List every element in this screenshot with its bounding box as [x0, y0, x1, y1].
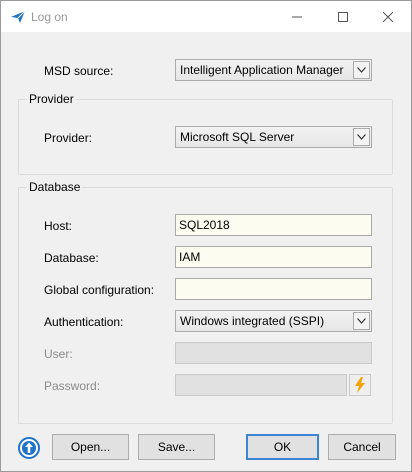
lightning-icon	[355, 377, 365, 393]
authentication-label: Authentication:	[44, 315, 124, 329]
paper-plane-icon	[11, 10, 26, 23]
global-configuration-field[interactable]	[175, 278, 372, 300]
provider-group-title: Provider	[27, 92, 76, 106]
close-icon	[383, 11, 393, 22]
save-button[interactable]: Save...	[138, 434, 215, 460]
minimize-button[interactable]	[274, 1, 320, 32]
maximize-icon	[338, 11, 348, 22]
host-field[interactable]: SQL2018	[175, 214, 372, 236]
user-field[interactable]	[175, 342, 372, 364]
provider-label: Provider:	[44, 131, 93, 145]
chevron-down-icon	[357, 134, 366, 140]
password-field[interactable]	[175, 374, 347, 396]
msd-source-dropdown-button[interactable]	[353, 61, 370, 79]
database-group-title: Database	[27, 180, 83, 194]
msd-source-value: Intelligent Application Manager	[180, 63, 344, 77]
database-field[interactable]: IAM	[175, 246, 372, 268]
title-bar: Log on	[1, 1, 411, 32]
password-label: Password:	[44, 379, 101, 393]
global-configuration-label: Global configuration:	[44, 283, 155, 297]
chevron-down-icon	[357, 318, 366, 324]
host-label: Host:	[44, 219, 73, 233]
maximize-button[interactable]	[320, 1, 366, 32]
authentication-dropdown-button[interactable]	[353, 312, 370, 330]
authentication-value: Windows integrated (SSPI)	[180, 314, 325, 328]
database-label: Database:	[44, 251, 99, 265]
user-label: User:	[44, 347, 73, 361]
open-button[interactable]: Open...	[52, 434, 129, 460]
generate-password-button[interactable]	[349, 374, 371, 396]
minimize-icon	[292, 16, 302, 17]
authentication-select[interactable]: Windows integrated (SSPI)	[175, 310, 372, 332]
window-title: Log on	[31, 10, 68, 24]
log-on-dialog: Log on MSD source: Intelligent Applicati…	[0, 0, 412, 472]
close-button[interactable]	[365, 1, 411, 32]
msd-source-select[interactable]: Intelligent Application Manager	[175, 59, 372, 81]
arrow-up-circle-icon[interactable]	[18, 437, 40, 459]
msd-source-label: MSD source:	[44, 64, 114, 78]
provider-dropdown-button[interactable]	[353, 128, 370, 146]
provider-select[interactable]: Microsoft SQL Server	[175, 126, 372, 148]
provider-value: Microsoft SQL Server	[180, 130, 295, 144]
ok-button[interactable]: OK	[246, 434, 319, 460]
chevron-down-icon	[357, 67, 366, 73]
cancel-button[interactable]: Cancel	[328, 434, 396, 460]
